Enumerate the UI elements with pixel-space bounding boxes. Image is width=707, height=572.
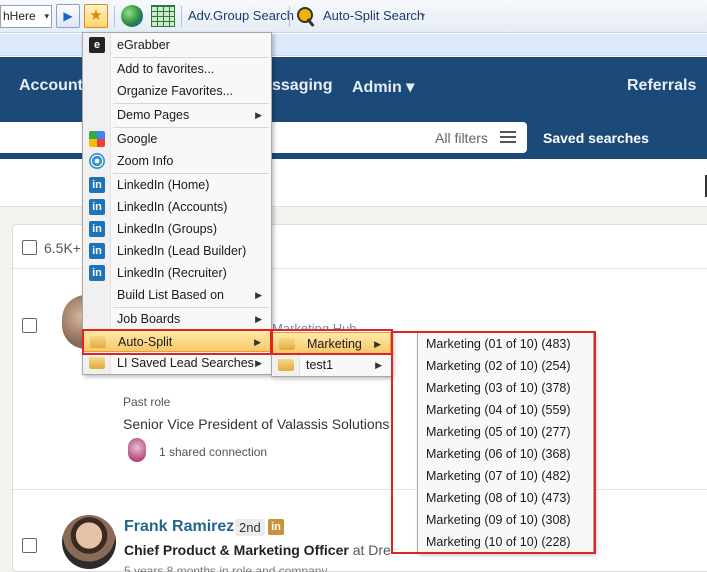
menu-item-label: Demo Pages	[117, 108, 190, 122]
submenu-arrow-icon: ▶	[255, 290, 262, 300]
results-count: 6.5K+	[44, 240, 81, 256]
row-divider	[13, 489, 707, 490]
play-icon: ▶	[63, 9, 73, 23]
linkedin-icon: in	[89, 243, 105, 259]
nav-account[interactable]: Account	[19, 77, 83, 95]
submenu-arrow-icon: ▶	[255, 314, 262, 324]
annotation-highlight	[391, 331, 596, 554]
annotation-highlight	[82, 329, 273, 355]
folder-icon	[278, 359, 294, 371]
linkedin-icon[interactable]: in	[268, 519, 284, 535]
menu-item-linkedin-lead-builder[interactable]: in LinkedIn (Lead Builder)	[83, 240, 271, 262]
all-filters-button[interactable]: All filters	[435, 130, 488, 146]
linkedin-icon: in	[89, 177, 105, 193]
menu-item-label: LinkedIn (Home)	[117, 178, 210, 192]
egrabber-icon: e	[89, 37, 105, 53]
favorites-button[interactable]: ★	[84, 4, 108, 28]
linkedin-icon: in	[89, 199, 105, 215]
combo-text: hHere	[3, 9, 36, 23]
linkedin-icon: in	[89, 221, 105, 237]
menu-item-linkedin-recruiter[interactable]: in LinkedIn (Recruiter)	[83, 262, 271, 284]
menu-item-label: test1	[306, 358, 334, 372]
menu-item-label: LinkedIn (Groups)	[117, 222, 218, 236]
menu-item-label: Google	[117, 132, 158, 146]
select-all-checkbox[interactable]	[22, 240, 37, 255]
favorites-menu: e eGrabber Add to favorites... Organize …	[82, 32, 272, 375]
adv-group-search-button[interactable]: Adv.Group Search	[188, 8, 294, 23]
menu-item-add-to-favorites[interactable]: Add to favorites...	[83, 58, 271, 80]
annotation-highlight	[270, 329, 393, 355]
menu-item-linkedin-accounts[interactable]: in LinkedIn (Accounts)	[83, 196, 271, 218]
auto-split-dropdown-icon[interactable]: ▾	[421, 11, 425, 20]
connection-avatar	[128, 438, 146, 462]
menu-item-li-saved-lead-searches[interactable]: LI Saved Lead Searches ▶	[83, 352, 271, 374]
filters-icon[interactable]	[500, 129, 516, 143]
past-role-text: Senior Vice President of Valassis Soluti…	[123, 416, 391, 432]
search-combo-box[interactable]: hHere ▾	[0, 5, 52, 28]
menu-item-google[interactable]: Google	[83, 128, 271, 150]
linkedin-icon: in	[89, 265, 105, 281]
submenu-arrow-icon: ▶	[255, 358, 262, 368]
menu-item-linkedin-groups[interactable]: in LinkedIn (Groups)	[83, 218, 271, 240]
nav-admin[interactable]: Admin ▾	[352, 77, 414, 97]
menu-item-test1[interactable]: test1 ▶	[272, 354, 391, 376]
menu-item-label: Job Boards	[117, 312, 181, 326]
row-checkbox[interactable]	[22, 538, 37, 553]
menu-item-label: Organize Favorites...	[117, 84, 234, 98]
lead-name-link[interactable]: Frank Ramirez	[124, 518, 234, 536]
folder-icon	[89, 357, 105, 369]
lead-tenure: 5 years 8 months in role and company	[124, 564, 328, 572]
menu-item-label: Zoom Info	[117, 154, 174, 168]
menu-item-demo-pages[interactable]: Demo Pages ▶	[83, 104, 271, 126]
past-role-label: Past role	[123, 395, 171, 409]
google-icon	[89, 131, 105, 147]
spreadsheet-icon[interactable]	[151, 5, 175, 27]
submenu-arrow-icon: ▶	[255, 110, 262, 120]
menu-item-label: LinkedIn (Accounts)	[117, 200, 228, 214]
globe-icon[interactable]	[121, 5, 143, 27]
zoominfo-icon	[89, 153, 105, 169]
menu-item-label: LinkedIn (Recruiter)	[117, 266, 227, 280]
nav-messaging[interactable]: ssaging	[272, 77, 332, 95]
avatar[interactable]	[62, 515, 116, 569]
magnifier-icon	[297, 7, 317, 25]
toolbar-divider	[181, 6, 182, 27]
play-button[interactable]: ▶	[56, 4, 80, 28]
lead-title-text: Chief Product & Marketing Officer	[124, 542, 349, 558]
toolbar-divider	[289, 6, 290, 27]
auto-split-search-label: Auto-Split Search	[323, 8, 425, 23]
lead-company-text: at Dream	[352, 542, 392, 558]
menu-item-label: Build List Based on	[117, 288, 225, 302]
menu-item-label: Add to favorites...	[117, 62, 215, 76]
menu-item-label: eGrabber	[117, 38, 170, 52]
nav-referrals[interactable]: Referrals	[627, 77, 696, 95]
lead-title: Chief Product & Marketing Officer at Dre…	[124, 542, 392, 558]
menu-item-label: LI Saved Lead Searches	[117, 356, 254, 370]
menu-item-linkedin-home[interactable]: in LinkedIn (Home)	[83, 174, 271, 196]
menu-item-egrabber[interactable]: e eGrabber	[83, 34, 271, 56]
menu-item-job-boards[interactable]: Job Boards ▶	[83, 308, 271, 330]
row-checkbox[interactable]	[22, 318, 37, 333]
menu-item-label: LinkedIn (Lead Builder)	[117, 244, 247, 258]
chevron-down-icon: ▾	[44, 11, 49, 21]
menu-item-zoom-info[interactable]: Zoom Info	[83, 150, 271, 172]
submenu-arrow-icon: ▶	[375, 360, 382, 370]
browser-toolbar: hHere ▾ ▶ ★ Adv.Group Search Auto-Split …	[0, 0, 707, 33]
auto-split-search-button[interactable]: Auto-Split Search	[295, 5, 424, 27]
connection-degree-badge: 2nd	[235, 519, 265, 536]
menu-item-organize-favorites[interactable]: Organize Favorites...	[83, 80, 271, 102]
toolbar-divider	[114, 6, 115, 27]
menu-item-build-list[interactable]: Build List Based on ▶	[83, 284, 271, 306]
star-icon: ★	[89, 7, 103, 24]
shared-connection-link[interactable]: 1 shared connection	[159, 445, 267, 459]
saved-searches-button[interactable]: Saved searches	[543, 130, 649, 146]
